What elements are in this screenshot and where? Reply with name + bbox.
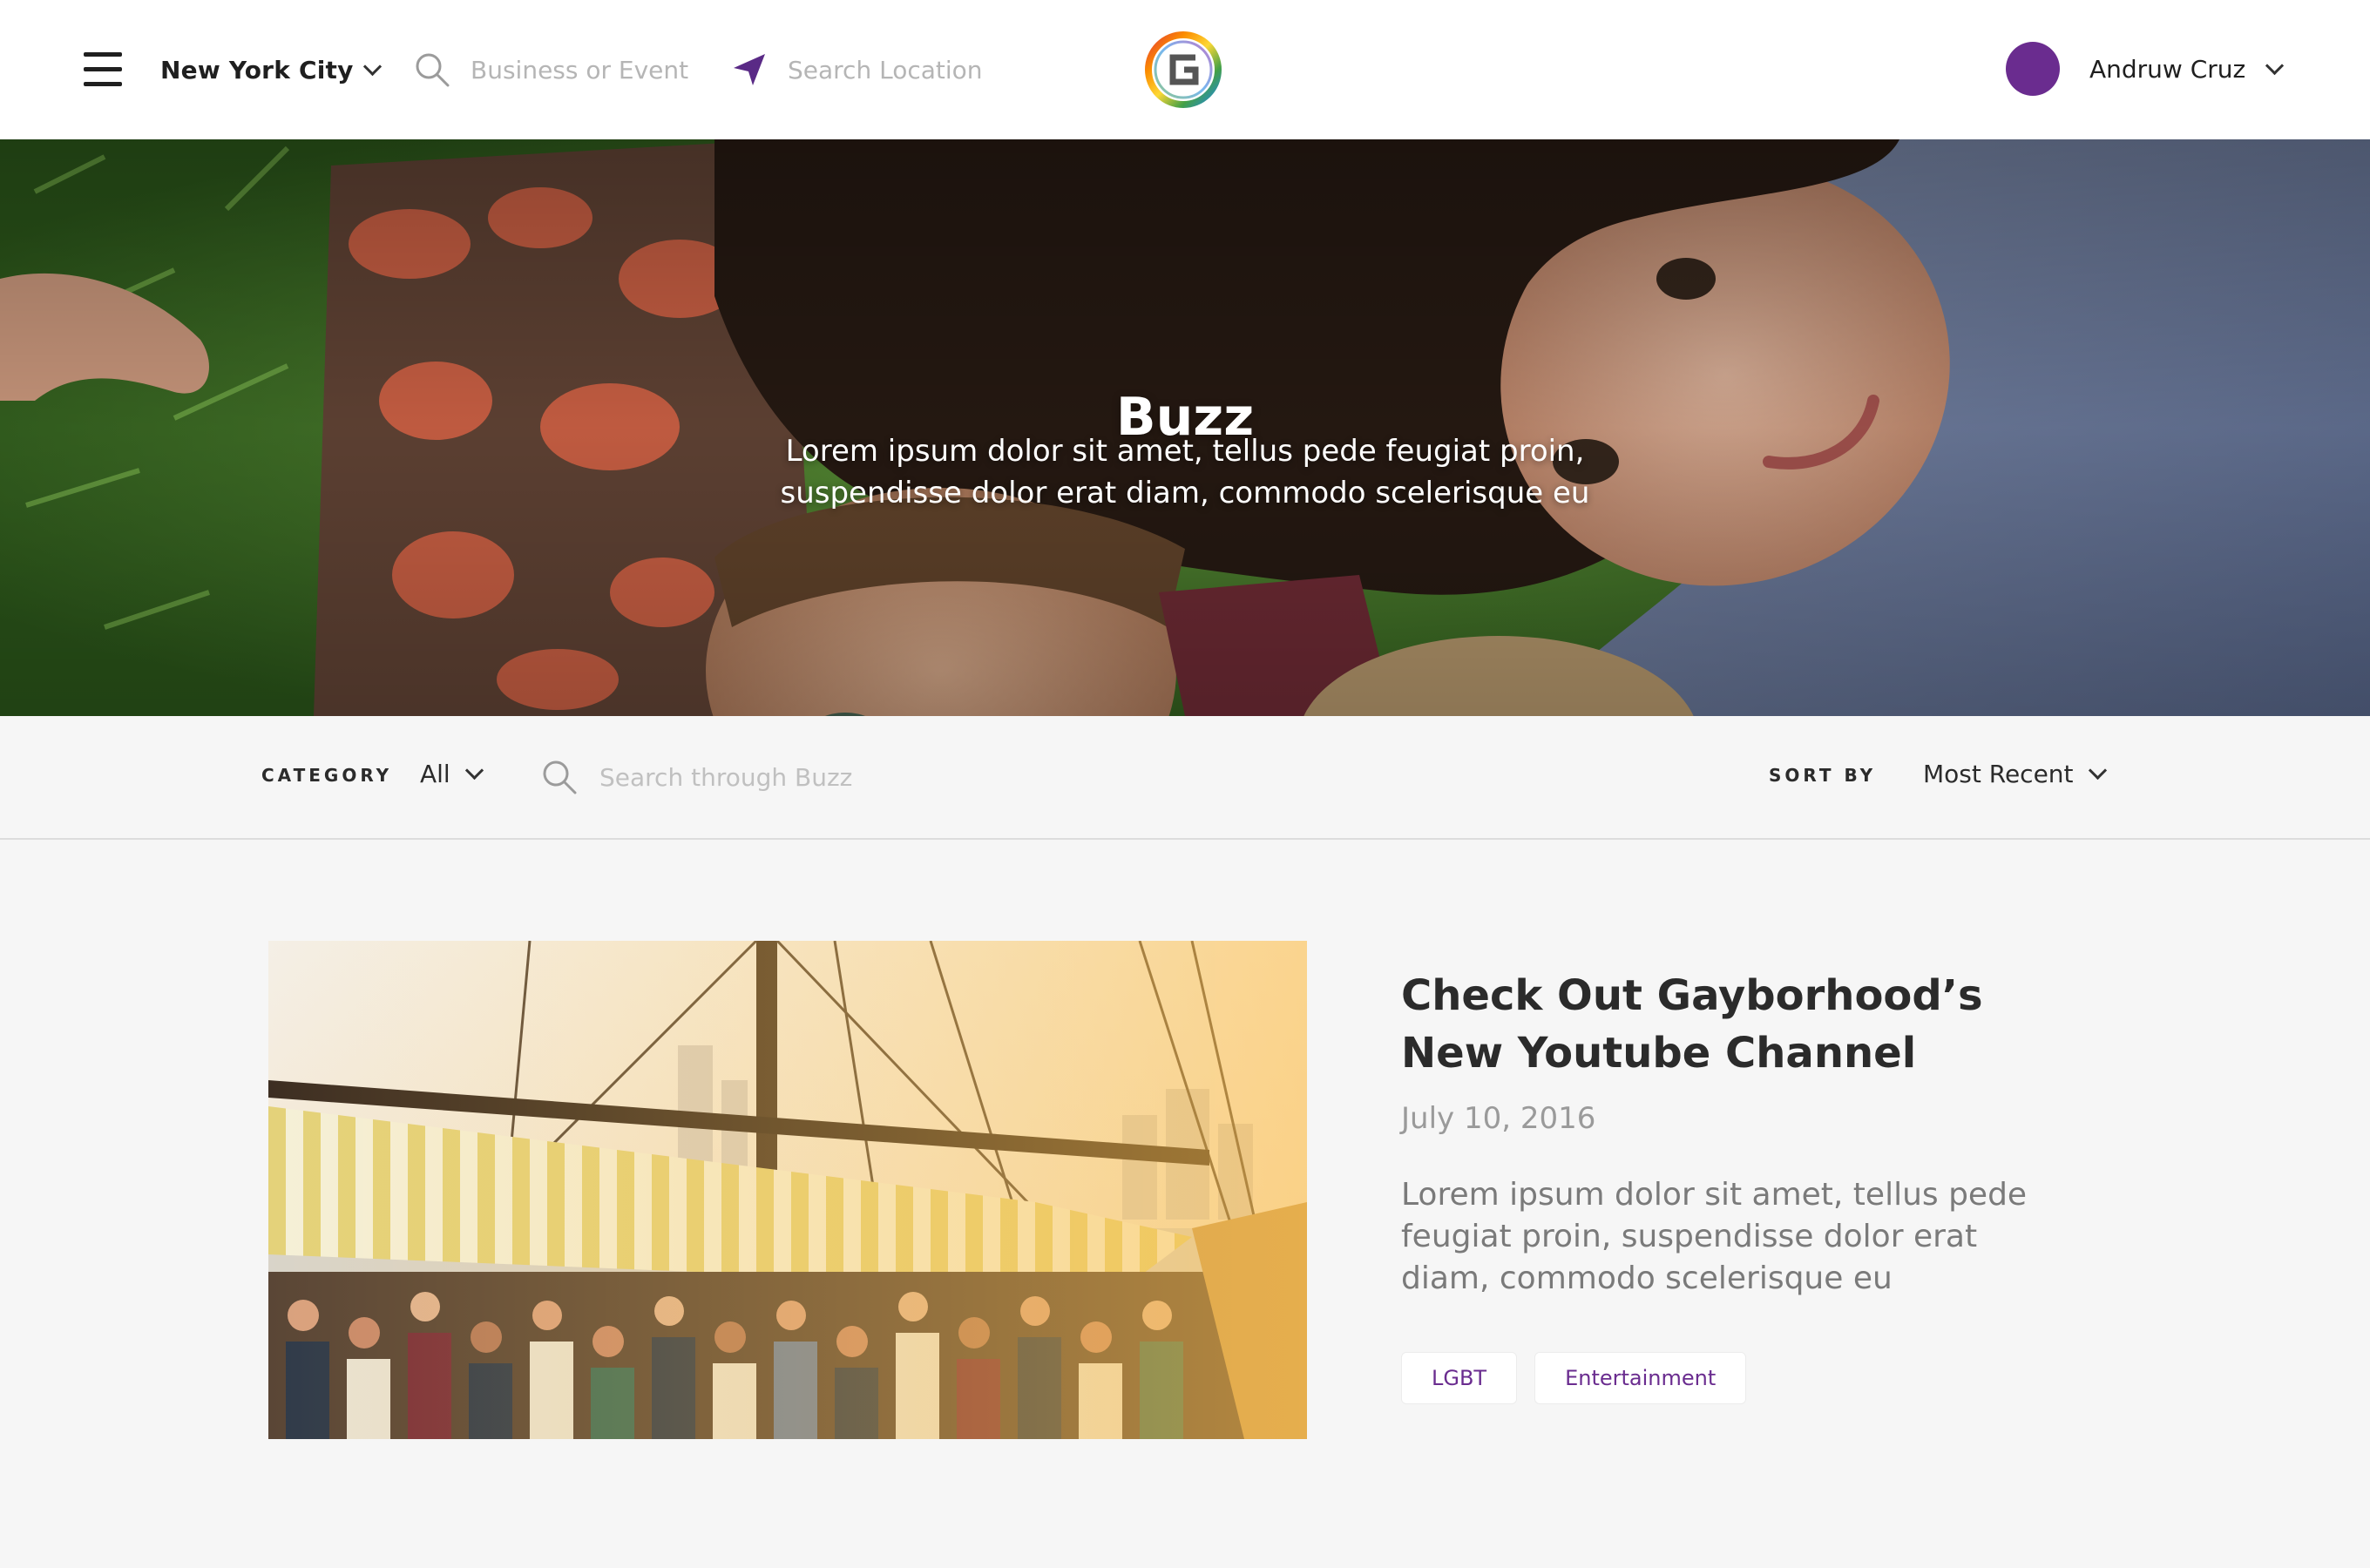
boat-party-photo bbox=[268, 941, 1307, 1439]
gayborhood-logo[interactable] bbox=[1143, 30, 1223, 110]
article-title[interactable]: Check Out Gayborhood’s New Youtube Chann… bbox=[1401, 967, 2063, 1082]
chevron-down-icon bbox=[2088, 760, 2107, 780]
sort-label: SORT BY bbox=[1769, 765, 1877, 786]
tag-entertainment[interactable]: Entertainment bbox=[1534, 1352, 1747, 1404]
chevron-down-icon bbox=[2265, 56, 2285, 75]
sort-dropdown[interactable]: Most Recent bbox=[1923, 754, 2107, 793]
chevron-down-icon bbox=[464, 760, 484, 780]
buzz-search bbox=[540, 753, 1122, 801]
menu-icon[interactable] bbox=[84, 52, 122, 87]
hero-banner: Buzz Lorem ipsum dolor sit amet, tellus … bbox=[0, 139, 2370, 716]
business-search-input[interactable] bbox=[471, 55, 697, 84]
tag-lgbt[interactable]: LGBT bbox=[1401, 1352, 1518, 1404]
buzz-search-input[interactable] bbox=[599, 762, 1122, 792]
city-selector[interactable]: New York City bbox=[160, 51, 382, 89]
location-search bbox=[730, 45, 1014, 94]
article-excerpt: Lorem ipsum dolor sit amet, tellus pede … bbox=[1401, 1177, 2028, 1296]
city-label: New York City bbox=[160, 55, 354, 84]
chevron-down-icon bbox=[362, 57, 382, 76]
user-name: Andruw Cruz bbox=[2089, 54, 2246, 84]
user-menu[interactable]: Andruw Cruz bbox=[2006, 42, 2285, 96]
top-navigation-bar: New York City Business or Event Search L… bbox=[0, 0, 2370, 140]
business-search bbox=[413, 45, 697, 94]
article-date: July 10, 2016 bbox=[1401, 1101, 1596, 1136]
category-value: All bbox=[420, 759, 450, 788]
article-tags: LGBT Entertainment bbox=[1401, 1352, 1747, 1404]
category-dropdown[interactable]: All bbox=[420, 754, 484, 793]
avatar bbox=[2006, 42, 2060, 96]
location-arrow-icon bbox=[734, 54, 765, 85]
hero-subtitle: Lorem ipsum dolor sit amet, tellus pede … bbox=[780, 434, 1590, 510]
article-card: Check Out Gayborhood’s New Youtube Chann… bbox=[268, 941, 2116, 1439]
sort-value: Most Recent bbox=[1923, 759, 2074, 788]
article-image[interactable] bbox=[268, 941, 1307, 1439]
category-label: CATEGORY bbox=[261, 765, 393, 786]
filter-bar: CATEGORY All SORT BY Most Recent bbox=[0, 716, 2370, 840]
search-icon bbox=[543, 760, 577, 794]
search-icon bbox=[416, 53, 450, 87]
location-search-input[interactable] bbox=[788, 55, 1014, 84]
